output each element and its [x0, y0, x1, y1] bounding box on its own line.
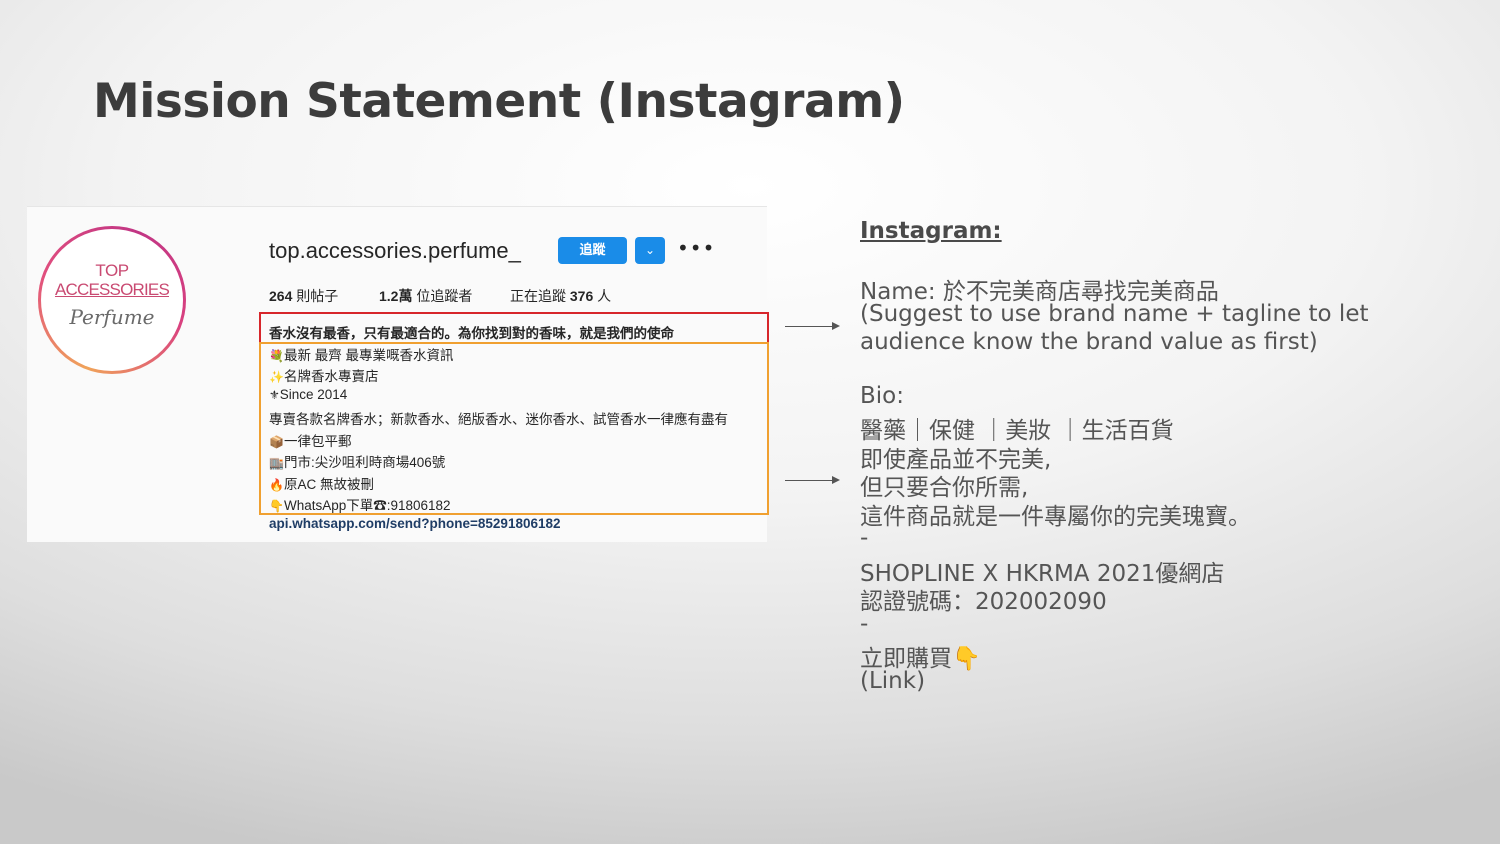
bio-line: 🏬門市:尖沙咀利時商場406號 — [269, 455, 446, 470]
bio-note-line: - — [860, 611, 869, 637]
bouquet-icon: 💐 — [269, 349, 284, 363]
bio-note-line: 這件商品就是一件專屬你的完美瑰寶。 — [860, 504, 1251, 530]
package-icon: 📦 — [269, 435, 284, 449]
bio-note-line: 認證號碼：202002090 — [860, 589, 1107, 615]
profile-avatar[interactable]: TOP ACCESSORIES Perfume — [41, 229, 183, 371]
bio-note-line: - — [860, 525, 869, 551]
notes-heading: Instagram: — [860, 218, 1002, 244]
whatsapp-link[interactable]: api.whatsapp.com/send?phone=85291806182 — [269, 516, 561, 531]
bio-line: 📦一律包平郵 — [269, 434, 352, 449]
name-suggestion: (Suggest to use brand name + tagline to … — [860, 301, 1369, 327]
bio-line: 🔥原AC 無故被刪 — [269, 477, 374, 492]
bio-line: 👇WhatsApp下單☎:91806182 — [269, 498, 451, 513]
name-arrow — [785, 326, 833, 327]
profile-name-line: 香水沒有最香，只有最適合的。為你找到對的香味，就是我們的使命 — [269, 326, 674, 341]
store-icon: 🏬 — [269, 456, 284, 470]
more-options-icon[interactable]: ••• — [677, 236, 715, 260]
bio-label: Bio: — [860, 383, 904, 409]
bio-arrow — [785, 480, 833, 481]
fleur-de-lis-icon: ⚜ — [269, 388, 280, 402]
logo-text-top: TOP — [95, 261, 129, 280]
name-arrow-head — [832, 322, 840, 330]
bio-note-line: (Link) — [860, 668, 926, 694]
posts-count[interactable]: 264 則帖子 — [269, 286, 338, 306]
logo-text-accessories: ACCESSORIES — [54, 280, 170, 299]
bio-line: ✨名牌香水專賣店 — [269, 369, 379, 384]
bio-line: 專賣各款名牌香水；新款香水、絕版香水、迷你香水、試管香水一律應有盡有 — [269, 412, 728, 427]
logo-text-perfume: Perfume — [69, 305, 155, 329]
slide-title: Mission Statement (Instagram) — [93, 74, 905, 129]
profile-username: top.accessories.perfume_ — [269, 238, 521, 263]
bio-arrow-head — [832, 476, 840, 484]
followers-count[interactable]: 1.2萬 位追蹤者 — [379, 286, 472, 306]
chevron-down-icon[interactable]: ⌄ — [635, 237, 665, 264]
fire-icon: 🔥 — [269, 478, 284, 492]
name-suggestion: audience know the brand value as first) — [860, 329, 1318, 355]
sparkles-icon: ✨ — [269, 370, 284, 384]
bio-line: 💐最新 最齊 最專業嘅香水資訊 — [269, 348, 454, 363]
bio-line: ⚜Since 2014 — [269, 387, 348, 402]
follow-button[interactable]: 追蹤 — [558, 237, 627, 264]
following-count[interactable]: 正在追蹤 376 人 — [510, 286, 611, 306]
pointing-down-icon: 👇 — [269, 499, 284, 513]
